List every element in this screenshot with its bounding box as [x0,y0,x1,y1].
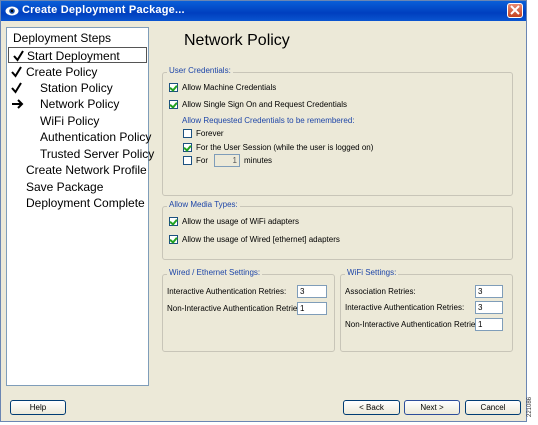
deployment-steps-panel: Deployment Steps Start Deployment Create… [6,27,154,386]
wifi-interactive-retries-label: Interactive Authentication Retries: [345,303,465,312]
wired-interactive-retries-label: Interactive Authentication Retries: [167,287,287,296]
step-label: Authentication Policy [40,130,152,144]
step-label: Create Policy [26,65,98,79]
wifi-interactive-retries-input[interactable]: 3 [475,301,503,314]
user-session-checkbox[interactable] [183,143,192,152]
step-label: Network Policy [40,97,120,111]
title-bar[interactable]: Create Deployment Package... [1,1,526,21]
next-button[interactable]: Next > [404,400,460,415]
help-button[interactable]: Help [10,400,66,415]
wifi-adapters-checkbox[interactable] [169,217,178,226]
allow-sso-label: Allow Single Sign On and Request Credent… [182,100,347,109]
wifi-association-retries-input[interactable]: 3 [475,285,503,298]
group-legend: User Credentials: [167,66,233,75]
wired-settings-group: Wired / Ethernet Settings: Interactive A… [162,268,335,352]
steps-header: Deployment Steps [13,31,112,45]
wifi-adapters-label: Allow the usage of WiFi adapters [182,217,299,226]
step-label: Start Deployment [27,49,120,63]
remember-credentials-label: Allow Requested Credentials to be rememb… [182,116,355,125]
wifi-settings-group: WiFi Settings: Association Retries: 3 In… [340,268,513,352]
for-label: For [196,156,208,165]
wired-adapters-label: Allow the usage of Wired [ethernet] adap… [182,235,340,244]
wifi-association-retries-label: Association Retries: [345,287,416,296]
forever-label: Forever [196,129,224,138]
media-types-group: Allow Media Types: Allow the usage of Wi… [162,200,513,260]
wired-interactive-retries-input[interactable]: 3 [297,285,327,298]
close-button[interactable] [507,3,523,18]
figure-id-text: 221086 [527,396,534,418]
forever-checkbox[interactable] [183,129,192,138]
group-legend: Allow Media Types: [167,200,240,209]
allow-sso-checkbox[interactable] [169,100,178,109]
figure-id: 221086 [527,396,538,422]
window-title: Create Deployment Package... [22,4,185,16]
user-credentials-group: User Credentials: Allow Machine Credenti… [162,66,513,196]
dialog-window: Create Deployment Package... Deployment … [0,0,527,422]
back-button[interactable]: < Back [343,400,400,415]
step-label: WiFi Policy [40,114,100,128]
wifi-non-interactive-retries-label: Non-Interactive Authentication Retries: [345,320,482,329]
page-title: Network Policy [184,32,290,49]
step-label: Create Network Profile [26,163,147,177]
step-label: Save Package [26,180,104,194]
arrow-right-icon [12,99,24,109]
check-icon [11,66,22,78]
wired-non-interactive-retries-label: Non-Interactive Authentication Retries: [167,304,304,313]
step-label: Trusted Server Policy [40,147,155,161]
minutes-label: minutes [244,156,273,165]
allow-machine-credentials-label: Allow Machine Credentials [182,83,277,92]
app-eye-icon [5,6,19,16]
wired-adapters-checkbox[interactable] [169,235,178,244]
step-label: Deployment Complete [26,196,145,210]
minutes-input[interactable]: 1 [214,154,240,167]
close-icon [510,5,520,15]
allow-machine-credentials-checkbox[interactable] [169,83,178,92]
check-icon [13,50,24,62]
group-legend: WiFi Settings: [345,268,399,277]
group-legend: Wired / Ethernet Settings: [167,268,263,277]
cancel-button[interactable]: Cancel [465,400,521,415]
user-session-label: For the User Session (while the user is … [196,143,374,152]
check-icon [11,82,22,94]
wired-non-interactive-retries-input[interactable]: 1 [297,302,327,315]
wifi-non-interactive-retries-input[interactable]: 1 [475,318,503,331]
step-label: Station Policy [40,81,113,95]
for-minutes-checkbox[interactable] [183,156,192,165]
step-start-deployment[interactable]: Start Deployment [8,47,147,63]
